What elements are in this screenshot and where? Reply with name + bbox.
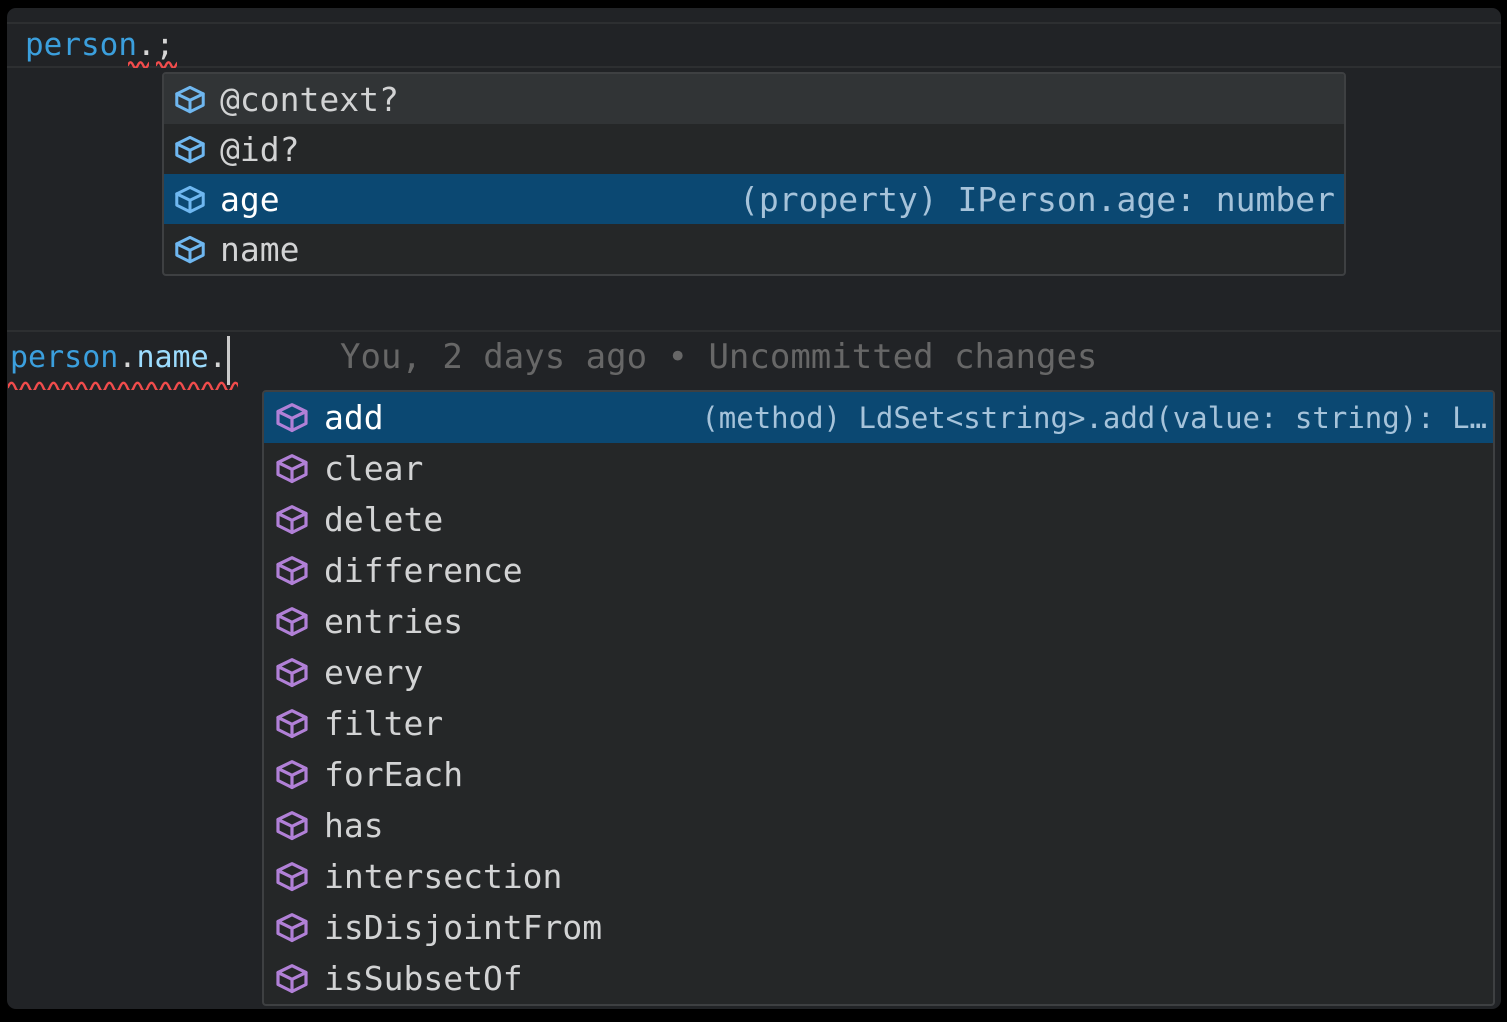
editor-screenshot-root: person.; @context? @id? age (property) IPer… (0, 0, 1507, 1022)
completion-label: has (324, 806, 384, 845)
completion-item-has[interactable]: has (264, 800, 1493, 851)
completion-item-filter[interactable]: filter (264, 698, 1493, 749)
error-squiggle (156, 58, 177, 68)
error-squiggle (8, 377, 238, 390)
completion-item-context[interactable]: @context? (164, 74, 1344, 124)
completion-label: add (324, 398, 384, 437)
autocomplete-popup-top: @context? @id? age (property) IPerson.age: … (162, 72, 1346, 276)
completion-item-entries[interactable]: entries (264, 596, 1493, 647)
completion-item-foreach[interactable]: forEach (264, 749, 1493, 800)
completion-label: intersection (324, 857, 562, 896)
completion-label: delete (324, 500, 443, 539)
symbol-cube-icon (274, 656, 310, 689)
completion-item-issubsetof[interactable]: isSubsetOf (264, 953, 1493, 1004)
completion-item-add[interactable]: add (method) LdSet<string>.add(value: str… (264, 392, 1493, 443)
git-blame-annotation: You, 2 days ago • Uncommitted changes (340, 331, 1097, 383)
symbol-cube-icon (274, 554, 310, 587)
completion-label: entries (324, 602, 463, 641)
completion-label: clear (324, 449, 423, 488)
autocomplete-popup-bottom: add (method) LdSet<string>.add(value: str… (262, 390, 1495, 1006)
completion-label: name (220, 230, 299, 269)
completion-label: isDisjointFrom (324, 908, 602, 947)
completion-item-difference[interactable]: difference (264, 545, 1493, 596)
symbol-cube-icon (274, 452, 310, 485)
code-token-property: name (136, 340, 208, 375)
code-line-top[interactable]: person.; (25, 22, 174, 68)
completion-label: forEach (324, 755, 463, 794)
code-token-variable: person (10, 340, 118, 375)
code-token-punct: . (118, 340, 136, 375)
completion-item-delete[interactable]: delete (264, 494, 1493, 545)
completion-label: isSubsetOf (324, 959, 523, 998)
symbol-cube-icon (173, 184, 207, 215)
code-line-bottom[interactable]: person.name. (10, 331, 227, 383)
symbol-cube-icon (274, 401, 310, 434)
completion-label: every (324, 653, 423, 692)
symbol-cube-icon (274, 911, 310, 944)
completion-item-id[interactable]: @id? (164, 124, 1344, 174)
completion-item-every[interactable]: every (264, 647, 1493, 698)
completion-label: @id? (220, 130, 299, 169)
symbol-cube-icon (274, 605, 310, 638)
code-token-punct: . (209, 340, 227, 375)
completion-label: filter (324, 704, 443, 743)
error-squiggle (128, 58, 149, 68)
completion-item-intersection[interactable]: intersection (264, 851, 1493, 902)
code-token-variable: person (25, 27, 137, 63)
symbol-cube-icon (173, 134, 207, 165)
completion-item-isdisjointfrom[interactable]: isDisjointFrom (264, 902, 1493, 953)
symbol-cube-icon (274, 503, 310, 536)
symbol-cube-icon (173, 84, 207, 115)
completion-item-clear[interactable]: clear (264, 443, 1493, 494)
symbol-cube-icon (274, 707, 310, 740)
completion-label: difference (324, 551, 523, 590)
current-line-border (7, 66, 1501, 68)
completion-detail: (method) LdSet<string>.add(value: string… (701, 401, 1487, 435)
symbol-cube-icon (173, 234, 207, 265)
completion-label: age (220, 180, 280, 219)
completion-detail: (property) IPerson.age: number (739, 180, 1335, 219)
symbol-cube-icon (274, 758, 310, 791)
completion-item-age[interactable]: age (property) IPerson.age: number (164, 174, 1344, 224)
symbol-cube-icon (274, 809, 310, 842)
symbol-cube-icon (274, 860, 310, 893)
completion-label: @context? (220, 80, 399, 119)
current-line-border (7, 22, 1501, 24)
completion-item-name[interactable]: name (164, 224, 1344, 274)
symbol-cube-icon (274, 962, 310, 995)
